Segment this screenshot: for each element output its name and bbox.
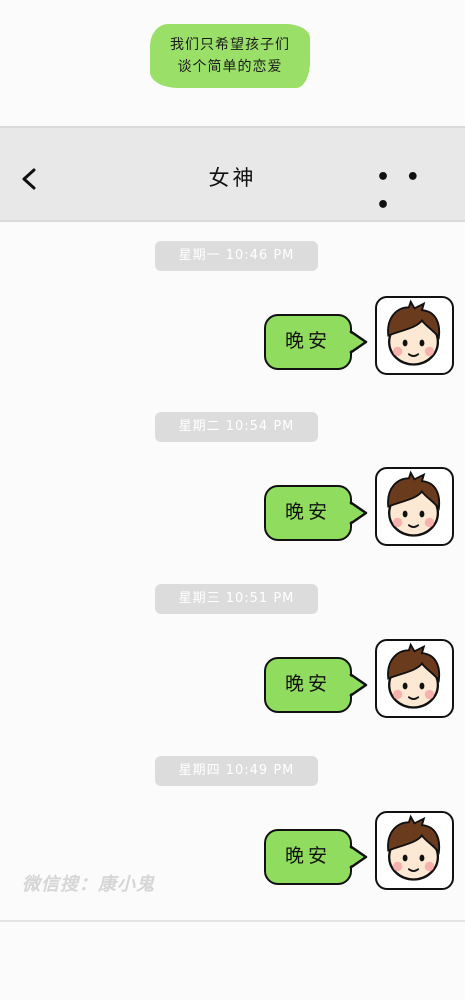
- bubble-tail-icon: [348, 329, 368, 355]
- timestamp: 星期三 10:51 PM: [155, 584, 318, 614]
- timestamp: 星期二 10:54 PM: [155, 412, 318, 442]
- boy-avatar-icon: [387, 814, 441, 881]
- boy-avatar-icon: [387, 299, 441, 366]
- caption-line-2: 谈个简单的恋爱: [177, 59, 283, 75]
- bubble-tail-icon: [348, 672, 368, 698]
- watermark-text: 微信搜：康小鬼: [22, 874, 155, 895]
- message-bubble[interactable]: 晚安: [264, 829, 352, 885]
- boy-avatar-icon: [387, 470, 441, 537]
- divider: [0, 920, 465, 922]
- caption-line-1: 我们只希望孩子们: [170, 37, 290, 53]
- bubble-tail-icon: [348, 844, 368, 870]
- boy-avatar-icon: [387, 642, 441, 709]
- timestamp: 星期四 10:49 PM: [155, 756, 318, 786]
- caption-banner: 我们只希望孩子们 谈个简单的恋爱: [150, 24, 310, 88]
- bubble-tail-icon: [348, 500, 368, 526]
- message-bubble[interactable]: 晚安: [264, 485, 352, 541]
- avatar[interactable]: [375, 811, 454, 890]
- avatar[interactable]: [375, 296, 454, 375]
- more-options-icon[interactable]: • • •: [376, 164, 424, 218]
- avatar[interactable]: [375, 467, 454, 546]
- chat-header: 女神 • • •: [0, 126, 465, 222]
- message-bubble[interactable]: 晚安: [264, 314, 352, 370]
- timestamp: 星期一 10:46 PM: [155, 241, 318, 271]
- avatar[interactable]: [375, 639, 454, 718]
- message-bubble[interactable]: 晚安: [264, 657, 352, 713]
